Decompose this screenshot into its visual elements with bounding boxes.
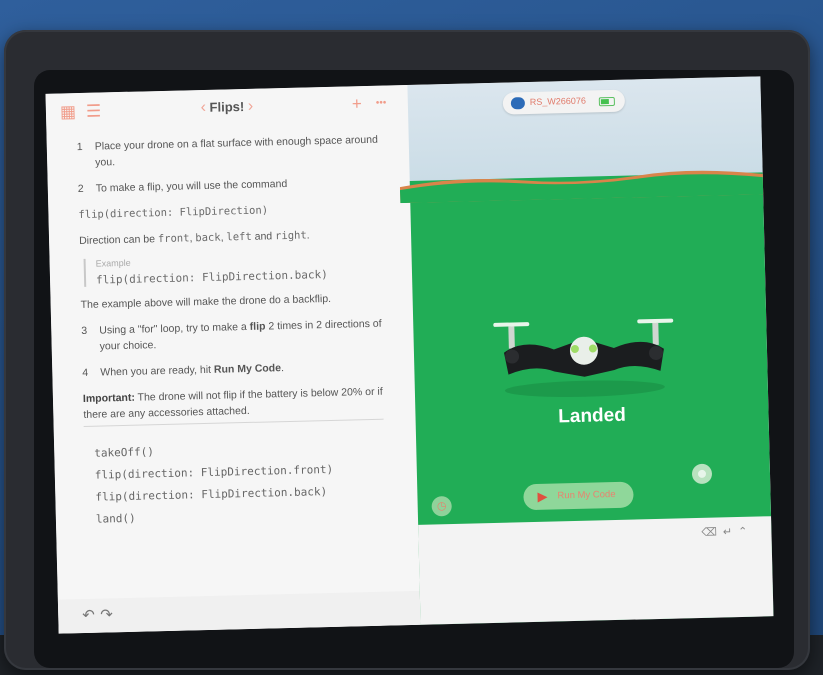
keyboard-accessory-bar: ⌫↵⌃: [418, 516, 774, 625]
step-text: .: [280, 362, 285, 375]
dir-and: and: [251, 230, 276, 243]
instructions-panel: ▦ ☰ ‹ Flips! › + ••• 1 Place your drone …: [45, 84, 421, 634]
step-number: 2: [77, 182, 84, 196]
direction-line: Direction can be front, back, left and r…: [78, 229, 310, 248]
redo-icon[interactable]: ↷: [100, 605, 113, 623]
step-number: 3: [81, 324, 88, 338]
example-note: The example above will make the drone do…: [80, 292, 332, 312]
step-3: 3 Using a "for" loop, try to make a flip…: [81, 315, 392, 355]
step-text: Using a "for" loop, try to make a: [99, 320, 250, 337]
undo-icon[interactable]: ↶: [82, 606, 95, 624]
step-2: 2 To make a flip, you will use the comma…: [78, 173, 388, 197]
live-view-panel: RS_W266076 Landed ▶ Run My Code ◷ ⌫↵⌃: [399, 76, 774, 625]
battery-icon: [598, 96, 615, 107]
important-label: Important:: [82, 391, 136, 405]
more-icon[interactable]: •••: [376, 94, 387, 111]
app-screen: ▦ ☰ ‹ Flips! › + ••• 1 Place your drone …: [45, 76, 774, 634]
plus-icon[interactable]: +: [352, 94, 362, 113]
important-note: Important: The drone will not flip if th…: [83, 383, 394, 423]
step-text: Place your drone on a flat surface with …: [94, 133, 378, 169]
run-my-code-button[interactable]: ▶ Run My Code: [523, 481, 634, 511]
step-text: When you are ready, hit: [100, 363, 215, 379]
chevron-right-icon[interactable]: ›: [248, 98, 254, 115]
example-code: flip(direction: FlipDirection.back): [95, 267, 328, 287]
top-toolbar: ▦ ☰ ‹ Flips! › + •••: [46, 85, 409, 130]
dir-front: front: [157, 232, 190, 246]
play-icon: ▶: [537, 488, 548, 504]
keyboard-shortcuts[interactable]: ⌫↵⌃: [701, 525, 753, 539]
instruction-text: 1 Place your drone on a flat surface wit…: [77, 131, 394, 432]
step-text: To make a flip, you will use the command: [95, 177, 288, 195]
dir-right: right: [274, 229, 307, 243]
example-label: Example: [95, 257, 131, 269]
step-bold: Run My Code: [213, 362, 282, 376]
code-editor[interactable]: takeOff() flip(direction: FlipDirection.…: [94, 435, 396, 530]
dir-left: left: [226, 230, 252, 244]
step-bold: flip: [249, 320, 266, 333]
drone-illustration: [493, 318, 674, 397]
run-button-label: Run My Code: [557, 489, 616, 502]
step-4: 4 When you are ready, hit Run My Code.: [82, 357, 392, 381]
page-title: Flips!: [209, 98, 245, 115]
step-number: 4: [82, 366, 89, 379]
step-number: 1: [76, 140, 83, 154]
drone-icon: [510, 97, 526, 110]
example-block: Example flip(direction: FlipDirection.ba…: [83, 251, 391, 287]
direction-prefix: Direction can be: [78, 233, 159, 248]
dir-back: back: [195, 231, 221, 245]
command-signature: flip(direction: FlipDirection): [78, 204, 269, 222]
chevron-left-icon[interactable]: ‹: [200, 99, 206, 116]
drone-status-pill[interactable]: RS_W266076: [502, 89, 626, 115]
step-1: 1 Place your drone on a flat surface wit…: [77, 131, 388, 171]
drone-name: RS_W266076: [529, 95, 587, 107]
